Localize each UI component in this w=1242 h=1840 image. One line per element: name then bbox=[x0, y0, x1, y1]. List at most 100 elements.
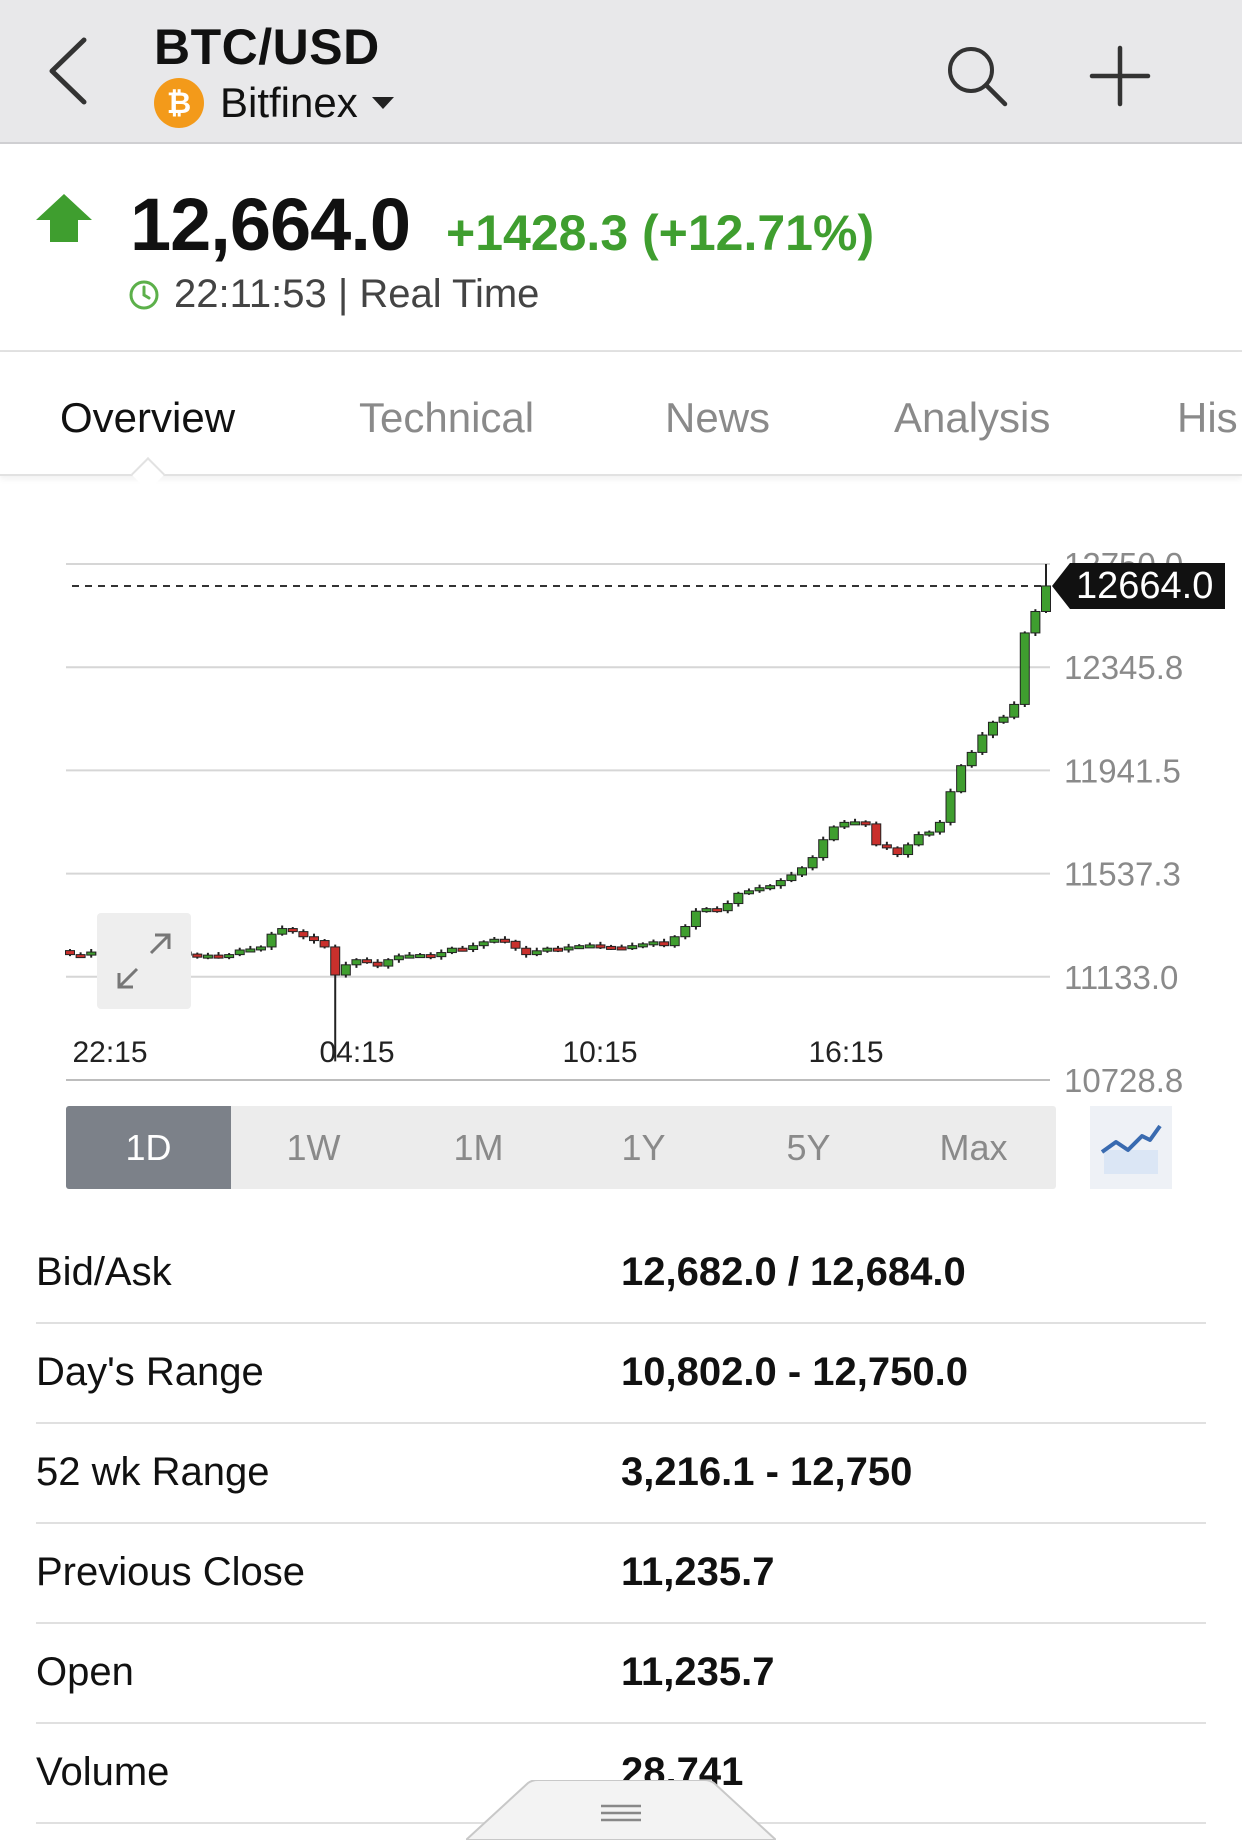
candle-body bbox=[499, 938, 510, 943]
candle-body bbox=[648, 941, 659, 946]
top-bar: BTC/USD ₿ Bitfinex bbox=[0, 0, 1242, 144]
stat-row-previous-close: Previous Close 11,235.7 bbox=[36, 1524, 1206, 1624]
candle-body bbox=[478, 941, 489, 947]
price-tag-arrow bbox=[1052, 563, 1070, 609]
candle-body bbox=[553, 947, 563, 952]
candle-body bbox=[669, 936, 680, 947]
candle-body bbox=[871, 823, 882, 846]
stat-label: Bid/Ask bbox=[36, 1250, 172, 1294]
candle-body bbox=[309, 936, 319, 942]
y-tick-label: 11537.3 bbox=[1064, 856, 1181, 893]
caret-down-icon bbox=[371, 97, 394, 109]
range-1m-button[interactable]: 1M bbox=[396, 1106, 561, 1189]
candle-body bbox=[75, 954, 86, 959]
candle-body bbox=[1009, 703, 1020, 718]
candle-body bbox=[319, 940, 330, 948]
clock-icon bbox=[129, 280, 159, 309]
range-max-button[interactable]: Max bbox=[891, 1106, 1056, 1189]
candle-body bbox=[404, 954, 415, 959]
candle-body bbox=[765, 885, 776, 890]
price-change: +1428.3 (+12.71%) bbox=[446, 205, 875, 261]
candle-body bbox=[701, 908, 712, 913]
range-5y-button[interactable]: 5Y bbox=[726, 1106, 891, 1189]
candle-body bbox=[797, 867, 807, 876]
tab-news[interactable]: News bbox=[665, 394, 770, 442]
candle-body bbox=[468, 945, 479, 950]
candle-body bbox=[807, 857, 818, 869]
pair-title: BTC/USD bbox=[154, 19, 380, 75]
candle-body bbox=[616, 946, 627, 951]
candle-body bbox=[913, 834, 924, 846]
candle-body bbox=[436, 952, 447, 958]
timestamp-row: 22:11:53 | Real Time bbox=[128, 272, 539, 317]
candle-body bbox=[446, 947, 457, 954]
candle-body bbox=[966, 751, 977, 767]
candle-body bbox=[892, 847, 903, 856]
range-1w-button[interactable]: 1W bbox=[231, 1106, 396, 1189]
bitcoin-logo-icon: ₿ bbox=[154, 78, 204, 128]
search-icon[interactable] bbox=[945, 44, 1009, 108]
exchange-selector[interactable]: ₿ Bitfinex bbox=[154, 78, 394, 128]
candle-body bbox=[860, 821, 871, 826]
candle-body bbox=[775, 880, 786, 887]
candle-body bbox=[192, 953, 203, 958]
tab-analysis[interactable]: Analysis bbox=[894, 394, 1050, 442]
candle-body bbox=[510, 940, 521, 949]
candle-body bbox=[924, 831, 935, 836]
expand-icon bbox=[117, 933, 171, 989]
last-price: 12,664.0 bbox=[130, 183, 411, 266]
stat-row-bid-ask: Bid/Ask 12,682.0 / 12,684.0 bbox=[36, 1224, 1206, 1324]
candle-body bbox=[1041, 585, 1051, 612]
chart-type-button[interactable] bbox=[1090, 1106, 1172, 1189]
candle-body bbox=[903, 844, 914, 856]
candle-body bbox=[393, 955, 404, 961]
tab-historical[interactable]: His bbox=[1177, 394, 1238, 442]
candle-body bbox=[637, 943, 648, 948]
x-tick-label: 04:15 bbox=[319, 1036, 394, 1069]
candle-body bbox=[998, 716, 1009, 723]
key-stats-table: Bid/Ask 12,682.0 / 12,684.0 Day's Range … bbox=[36, 1224, 1206, 1824]
timestamp: 22:11:53 | Real Time bbox=[174, 272, 540, 316]
back-chevron-icon[interactable] bbox=[40, 36, 100, 106]
x-tick-label: 22:15 bbox=[72, 1036, 147, 1069]
candle-body bbox=[828, 826, 839, 841]
candle-body bbox=[1030, 610, 1041, 634]
y-tick-label: 11133.0 bbox=[1064, 959, 1178, 996]
add-icon[interactable] bbox=[1088, 44, 1152, 108]
candle-body bbox=[340, 964, 351, 976]
stat-row-open: Open 11,235.7 bbox=[36, 1624, 1206, 1724]
y-tick-label: 10728.8 bbox=[1064, 1062, 1183, 1096]
x-tick-label: 10:15 bbox=[562, 1036, 637, 1069]
tab-technical[interactable]: Technical bbox=[359, 394, 534, 442]
stat-value: 11,235.7 bbox=[621, 1650, 775, 1694]
candle-body bbox=[987, 721, 998, 736]
candle-body bbox=[277, 928, 288, 935]
candle-body bbox=[945, 791, 956, 823]
candle-body bbox=[839, 821, 850, 828]
candle-body bbox=[934, 821, 945, 833]
range-1y-button[interactable]: 1Y bbox=[561, 1106, 726, 1189]
candle-body bbox=[977, 734, 988, 753]
candle-body bbox=[1019, 632, 1030, 705]
tab-overview[interactable]: Overview bbox=[60, 394, 235, 442]
up-arrow-icon bbox=[36, 194, 92, 242]
quote-summary: 12,664.0 +1428.3 (+12.71%) 22:11:53 | Re… bbox=[0, 144, 1242, 352]
candle-body bbox=[86, 951, 97, 956]
candle-body bbox=[606, 945, 617, 950]
expand-chart-button[interactable] bbox=[97, 913, 191, 1009]
range-1d-button[interactable]: 1D bbox=[66, 1106, 231, 1189]
drawer-handle[interactable] bbox=[466, 1780, 776, 1840]
stat-label: Volume bbox=[36, 1750, 170, 1794]
candle-body bbox=[372, 961, 383, 967]
line-chart-icon bbox=[1100, 1124, 1162, 1174]
candle-body bbox=[712, 908, 723, 913]
last-price-tag: 12664.0 bbox=[1052, 563, 1226, 609]
stat-value: 11,235.7 bbox=[621, 1550, 775, 1594]
candle-body bbox=[690, 910, 701, 928]
candle-body bbox=[743, 890, 754, 895]
candle-body bbox=[65, 950, 75, 956]
candle-body bbox=[881, 844, 892, 849]
candle-body bbox=[245, 948, 256, 953]
candle-body bbox=[733, 892, 744, 905]
candle-body bbox=[627, 945, 638, 950]
